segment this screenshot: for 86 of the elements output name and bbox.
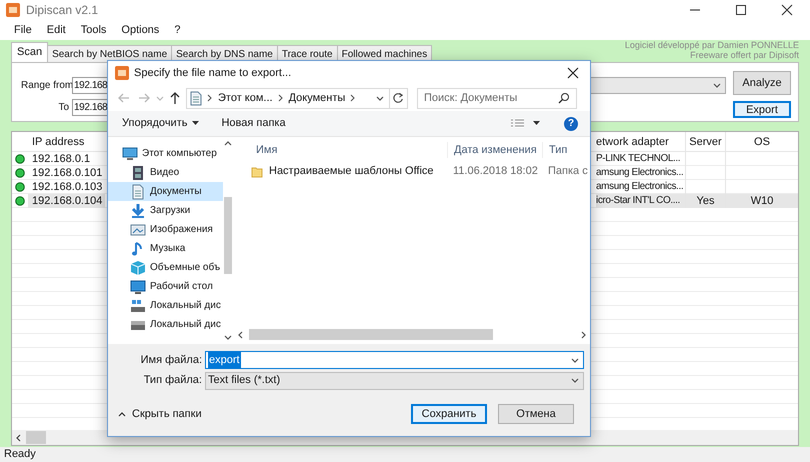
video-icon	[130, 164, 146, 180]
file-type-dropdown[interactable]: Text files (*.txt)	[205, 372, 584, 390]
drive-os-icon	[130, 298, 146, 314]
nav-item[interactable]: Музыка	[108, 239, 223, 258]
field-label: Имя файла:	[140, 352, 203, 368]
column-header[interactable]: Тип	[542, 142, 590, 158]
field-label: Тип файла:	[142, 372, 203, 388]
table-cell: amsung Electronics...	[596, 166, 686, 180]
column-header[interactable]: Дата изменения	[447, 142, 542, 158]
table-cell: icro-Star INT'L CO....	[596, 194, 686, 208]
download-icon	[130, 202, 146, 218]
column-header[interactable]: OS	[726, 132, 798, 152]
scroll-thumb[interactable]	[26, 431, 46, 444]
analyze-button[interactable]: Analyze	[733, 71, 791, 95]
image-icon	[130, 222, 146, 238]
table-cell: Yes	[686, 194, 726, 208]
address-bar[interactable]: Этот ком... Документы	[186, 88, 408, 108]
column-header[interactable]: Server	[686, 132, 726, 152]
menu-item[interactable]: ?	[168, 22, 186, 38]
dialog-button[interactable]: Сохранить	[411, 404, 487, 424]
table-cell-text: 192.168.0.101	[31, 166, 104, 180]
column-header[interactable]: etwork adapter	[596, 132, 686, 152]
nav-item[interactable]: Объемные объ	[108, 258, 223, 277]
hide-folders-button[interactable]: Скрыть папки	[118, 406, 202, 422]
scroll-thumb[interactable]	[224, 197, 232, 274]
search-field[interactable]: Поиск: Документы	[417, 88, 577, 108]
column-header[interactable]: IP address	[28, 132, 105, 152]
nav-item[interactable]: Локальный дис	[108, 296, 223, 315]
table-cell-text: 192.168.0.1	[31, 152, 92, 166]
dialog-button[interactable]: Отмена	[498, 404, 574, 424]
table-cell: P-LINK TECHNOL...	[596, 152, 686, 166]
caret-icon	[118, 411, 126, 417]
help-icon[interactable]: ?	[564, 116, 578, 130]
credit-text: Freeware offert par Dipisoft	[690, 50, 799, 60]
document-icon	[190, 90, 202, 106]
organize-button[interactable]: Упорядочить	[122, 115, 200, 132]
scroll-up-icon[interactable]	[224, 139, 232, 147]
tab[interactable]: Scan	[11, 42, 48, 62]
nav-item[interactable]: Этот компьютер	[108, 144, 223, 163]
menu-item[interactable]: Options	[115, 22, 166, 38]
credit-text: Logiciel développé par Damien PONNELLE	[624, 40, 799, 50]
dropdown-caret-icon	[571, 377, 579, 384]
file-date: 11.06.2018 18:02	[452, 164, 539, 180]
desktop-icon	[130, 278, 146, 294]
table-cell: 192.168.0.104	[28, 194, 105, 208]
dropdown-caret-icon	[571, 356, 579, 364]
computer-icon	[122, 146, 138, 162]
nav-item[interactable]: Изображения	[108, 220, 223, 239]
window-title: Dipiscan v2.1	[26, 2, 98, 19]
breadcrumb-item[interactable]: Этот ком...	[218, 90, 273, 106]
nav-item[interactable]: Видео	[108, 163, 223, 182]
view-options-icon[interactable]	[511, 118, 525, 128]
chevron-icon	[207, 94, 213, 102]
menu-item[interactable]: Edit	[40, 22, 72, 38]
up-arrow-icon[interactable]	[168, 91, 182, 105]
breadcrumb-item[interactable]: Документы	[288, 90, 346, 106]
table-cell-text: 192.168.0.103	[31, 180, 104, 194]
chevron-icon	[278, 94, 284, 102]
scroll-down-icon[interactable]	[224, 334, 232, 342]
dialog-title: Specify the file name to export...	[134, 66, 292, 81]
nav-item[interactable]: Рабочий стол	[108, 277, 223, 296]
file-type: Папка с	[547, 164, 589, 180]
cube-icon	[130, 260, 146, 276]
folder-icon	[251, 166, 263, 178]
export-button[interactable]: Export	[733, 101, 791, 118]
document-icon	[130, 184, 146, 200]
file-name-field[interactable]: export	[205, 351, 584, 369]
dropdown-caret-icon[interactable]	[376, 94, 384, 102]
nav-item[interactable]: Загрузки	[108, 201, 223, 220]
file-name[interactable]: Настраиваемые шаблоны Office	[269, 163, 434, 180]
table-cell: W10	[726, 194, 798, 208]
search-icon	[558, 92, 570, 104]
dropdown-caret-icon	[713, 82, 721, 89]
nav-item[interactable]: Документы	[108, 182, 223, 201]
chevron-icon	[350, 94, 356, 102]
nav-item[interactable]: Локальный дис	[108, 315, 223, 334]
app-icon	[115, 66, 129, 80]
tab[interactable]: Search by NetBIOS name	[48, 45, 172, 62]
new-folder-button[interactable]: Новая папка	[221, 115, 286, 132]
menu-item[interactable]: Tools	[74, 22, 112, 38]
menu-item[interactable]: File	[8, 22, 38, 38]
column-header[interactable]: Имя	[241, 142, 447, 158]
scroll-thumb[interactable]	[249, 329, 493, 340]
app-icon	[6, 3, 20, 17]
field-label: To	[57, 101, 70, 115]
status-bar: Ready	[0, 447, 810, 462]
